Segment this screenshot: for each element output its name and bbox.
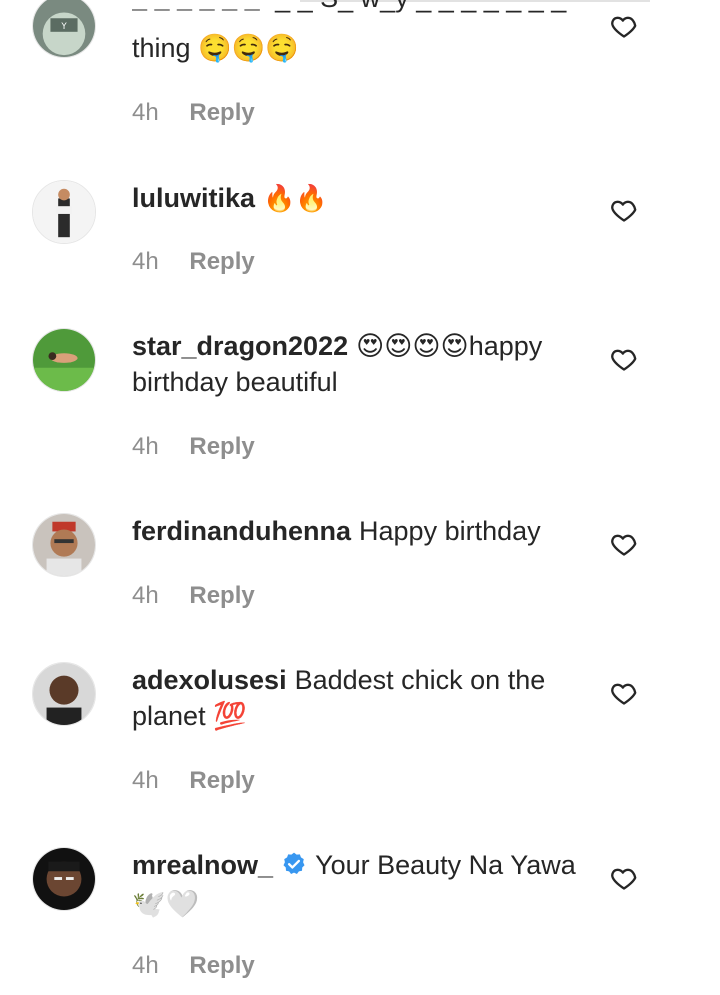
comment-meta: 4h Reply <box>132 98 255 128</box>
timestamp: 4h <box>132 952 159 979</box>
heart-outline-icon[interactable] <box>610 12 638 40</box>
heart-outline-icon[interactable] <box>610 864 638 892</box>
avatar[interactable] <box>32 847 96 911</box>
timestamp: 4h <box>132 99 159 126</box>
username[interactable]: luluwitika <box>132 183 255 213</box>
comment-text: luluwitika 🔥🔥 <box>132 180 592 217</box>
username[interactable]: mrealnow_ <box>132 850 273 880</box>
comment-meta: 4h Reply <box>132 432 255 462</box>
avatar[interactable] <box>32 662 96 726</box>
heart-outline-icon[interactable] <box>610 530 638 558</box>
heart-outline-icon[interactable] <box>610 345 638 373</box>
reply-button[interactable]: Reply <box>189 767 254 794</box>
username[interactable]: ferdinanduhenna <box>132 516 351 546</box>
comment-text: mrealnow_ Your Beauty Na Yawa 🕊️🤍 <box>132 847 592 922</box>
timestamp: 4h <box>132 248 159 275</box>
comment-text-line: thing 🤤🤤🤤 <box>132 33 299 63</box>
avatar[interactable] <box>32 328 96 392</box>
verified-badge-icon <box>281 850 307 886</box>
reply-button[interactable]: Reply <box>189 582 254 609</box>
reply-button[interactable]: Reply <box>189 248 254 275</box>
comment-text: adexolusesi Baddest chick on the planet 💯 <box>132 662 592 734</box>
username[interactable]: star_dragon2022 <box>132 331 348 361</box>
username[interactable]: adexolusesi <box>132 665 287 695</box>
timestamp: 4h <box>132 433 159 460</box>
comment-text: ferdinanduhenna Happy birthday <box>132 513 592 549</box>
reply-button[interactable]: Reply <box>189 99 254 126</box>
avatar[interactable]: Y <box>32 0 96 58</box>
heart-outline-icon[interactable] <box>610 679 638 707</box>
comment-text: _ _ _ _ _ _ _ _ S_ w_y _ _ _ _ _ _ _ thi… <box>132 0 592 66</box>
avatar[interactable] <box>32 180 96 244</box>
comment-meta: 4h Reply <box>132 951 255 981</box>
comment-text: star_dragon2022 😍😍😍😍happy birthday beauti… <box>132 328 592 400</box>
comment-partial-text: _ _ S_ w_y _ _ _ _ _ _ _ <box>275 0 566 13</box>
reply-button[interactable]: Reply <box>189 433 254 460</box>
svg-text:Y: Y <box>60 22 67 32</box>
comment-meta: 4h Reply <box>132 581 255 611</box>
comment-text: 🔥🔥 <box>263 184 328 214</box>
comment-text: Happy birthday <box>359 516 541 546</box>
timestamp: 4h <box>132 582 159 609</box>
heart-outline-icon[interactable] <box>610 196 638 224</box>
comment-meta: 4h Reply <box>132 247 255 277</box>
comment-meta: 4h Reply <box>132 766 255 796</box>
reply-button[interactable]: Reply <box>189 952 254 979</box>
username[interactable]: _ _ _ _ _ _ <box>132 0 260 13</box>
avatar[interactable] <box>32 513 96 577</box>
timestamp: 4h <box>132 767 159 794</box>
